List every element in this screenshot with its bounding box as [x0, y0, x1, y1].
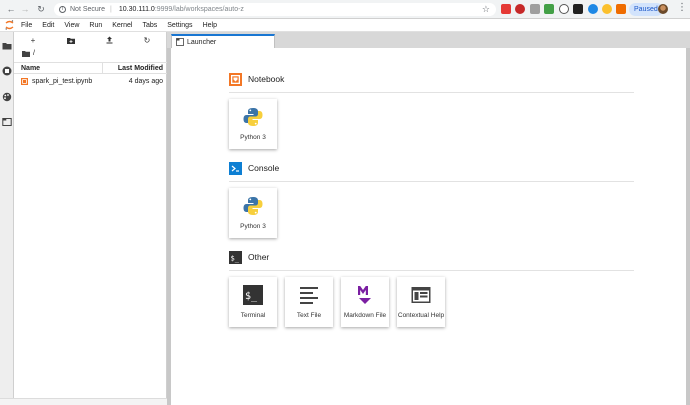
divider	[229, 181, 634, 182]
menu-file[interactable]: File	[16, 19, 37, 32]
launcher-card-terminal[interactable]: $_ Terminal	[229, 277, 277, 327]
jupyter-logo-icon	[2, 19, 16, 32]
menu-kernel[interactable]: Kernel	[107, 19, 137, 32]
notebook-section: Notebook Python 3	[229, 72, 634, 149]
extension-bulb-icon[interactable]	[602, 4, 612, 14]
upload-icon	[106, 36, 112, 44]
menu-edit[interactable]: Edit	[37, 19, 59, 32]
extension-red-icon[interactable]	[515, 4, 525, 14]
forward-arrow-icon[interactable]: →	[18, 2, 32, 16]
launcher-card-markdown-file[interactable]: Markdown File	[341, 277, 389, 327]
extension-shield-icon[interactable]	[501, 4, 511, 14]
section-header: Notebook	[229, 72, 634, 86]
column-last-modified[interactable]: Last Modified	[118, 65, 163, 72]
card-label: Markdown File	[343, 312, 387, 319]
menu-help[interactable]: Help	[198, 19, 222, 32]
avatar[interactable]	[658, 4, 668, 14]
console-icon	[229, 161, 242, 175]
file-browser: + ↻ / Name Last Modified spark_pi_test.i…	[14, 32, 167, 405]
running-sessions-icon[interactable]	[2, 66, 12, 76]
info-icon[interactable]: i	[59, 6, 66, 13]
browser-menu-icon[interactable]: ⋮	[677, 2, 687, 13]
markdown-icon	[358, 286, 371, 304]
card-label: Text File	[296, 312, 322, 319]
extension-dark-icon[interactable]	[573, 4, 583, 14]
extension-gray-icon[interactable]	[530, 4, 540, 14]
other-section: $_ Other $_ Terminal Text File Markdown …	[229, 250, 634, 327]
list-item[interactable]: spark_pi_test.ipynb 4 days ago	[14, 75, 167, 88]
back-arrow-icon[interactable]: ←	[4, 2, 18, 16]
breadcrumb: /	[22, 50, 35, 57]
new-folder-button[interactable]	[52, 32, 90, 48]
card-label: Terminal	[240, 312, 266, 319]
folder-icon[interactable]	[2, 41, 12, 51]
menu-bar: File Edit View Run Kernel Tabs Settings …	[0, 19, 690, 32]
menu-run[interactable]: Run	[84, 19, 107, 32]
browser-toolbar: ← → ↻ i Not Secure | 10.30.111.0:9999/la…	[0, 0, 690, 19]
extension-blue-icon[interactable]	[588, 4, 598, 14]
file-browser-toolbar: + ↻	[14, 32, 166, 48]
svg-text:$_: $_	[245, 291, 258, 302]
column-divider[interactable]	[102, 63, 103, 74]
section-header: Console	[229, 161, 634, 175]
card-label: Python 3	[240, 223, 266, 230]
tab-label: Launcher	[187, 38, 217, 46]
notebook-file-icon	[21, 78, 28, 85]
card-label: Python 3	[240, 134, 266, 141]
url-text: 10.30.111.0:9999/lab/workspaces/auto-z	[118, 6, 244, 13]
file-modified: 4 days ago	[128, 78, 163, 85]
column-name[interactable]: Name	[21, 65, 40, 72]
reload-icon[interactable]: ↻	[34, 2, 48, 16]
divider	[229, 92, 634, 93]
plus-icon: +	[30, 35, 36, 45]
new-folder-icon	[67, 37, 75, 44]
horizontal-scrollbar[interactable]	[0, 398, 167, 405]
terminal-icon: $_	[243, 285, 263, 305]
folder-icon[interactable]	[22, 50, 30, 57]
tabs-icon[interactable]	[2, 117, 12, 127]
launcher-panel: Notebook Python 3 Console Python 3 $_ Ot…	[171, 48, 686, 405]
section-title: Other	[248, 252, 270, 262]
breadcrumb-path[interactable]: /	[33, 50, 35, 57]
file-list-header: Name Last Modified	[14, 62, 167, 74]
refresh-button[interactable]: ↻	[128, 32, 166, 48]
launcher-card-python3-console[interactable]: Python 3	[229, 188, 277, 238]
extension-orange-icon[interactable]	[616, 4, 626, 14]
launcher-card-python3-notebook[interactable]: Python 3	[229, 99, 277, 149]
section-header: $_ Other	[229, 250, 634, 264]
launcher-icon	[176, 38, 184, 46]
launcher-card-contextual-help[interactable]: Contextual Help	[397, 277, 445, 327]
card-label: Contextual Help	[397, 312, 445, 319]
address-bar[interactable]: i Not Secure | 10.30.111.0:9999/lab/work…	[54, 3, 496, 16]
tab-bar: Launcher	[167, 32, 690, 48]
palette-icon[interactable]	[2, 92, 12, 102]
contextual-help-icon	[411, 287, 431, 303]
launcher-card-text-file[interactable]: Text File	[285, 277, 333, 327]
notebook-icon	[229, 72, 242, 86]
svg-text:$_: $_	[231, 254, 240, 262]
divider	[229, 270, 634, 271]
bookmark-star-icon[interactable]: ☆	[482, 4, 490, 15]
text-file-icon	[300, 287, 318, 304]
section-title: Notebook	[248, 74, 285, 84]
upload-button[interactable]	[90, 32, 128, 48]
python-logo-icon	[243, 108, 263, 126]
file-name: spark_pi_test.ipynb	[32, 78, 93, 85]
menu-tabs[interactable]: Tabs	[137, 19, 162, 32]
new-launcher-button[interactable]: +	[14, 32, 52, 48]
refresh-icon: ↻	[143, 35, 151, 45]
left-sidebar	[0, 32, 14, 405]
divider: |	[110, 6, 112, 13]
extension-green-icon[interactable]	[544, 4, 554, 14]
python-logo-icon	[243, 197, 263, 215]
other-terminal-icon: $_	[229, 250, 242, 264]
menu-view[interactable]: View	[59, 19, 84, 32]
console-section: Console Python 3	[229, 161, 634, 238]
extension-history-icon[interactable]	[559, 4, 569, 14]
section-title: Console	[248, 163, 280, 173]
main-area: Launcher Notebook Python 3 Console Pytho…	[167, 32, 690, 405]
menu-settings[interactable]: Settings	[162, 19, 197, 32]
security-label: Not Secure	[70, 6, 106, 13]
tab-launcher[interactable]: Launcher	[171, 34, 275, 48]
